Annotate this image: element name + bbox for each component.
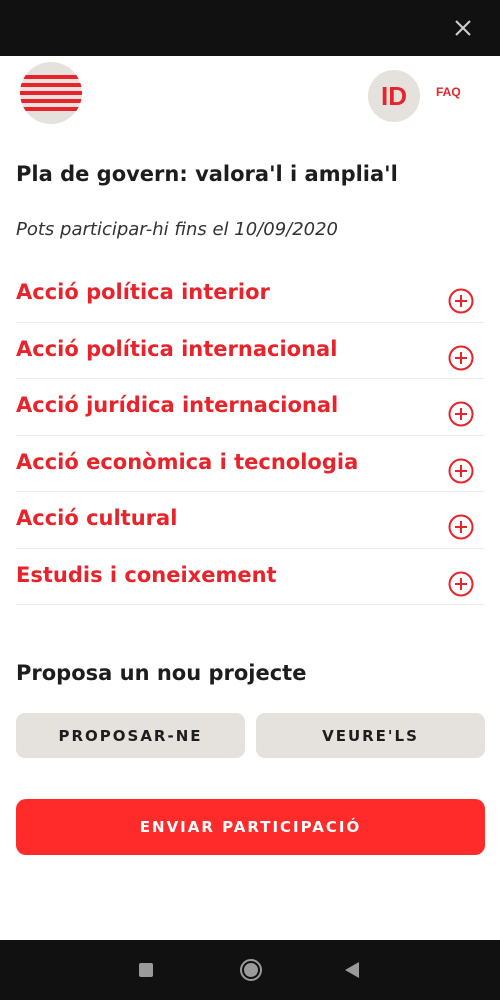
top-bar [0,0,500,56]
expand-plus-icon[interactable] [448,288,474,314]
section-label: Acció política interior [16,280,270,304]
section-label: Estudis i coneixement [16,562,277,587]
id-button[interactable]: ID [368,70,420,122]
section-label: Acció econòmica i tecnologia [16,449,359,474]
propose-button[interactable]: PROPOSAR-NE [16,713,245,758]
expand-plus-icon[interactable] [448,514,474,540]
propose-project-title: Proposa un nou projecte [16,661,307,685]
section-row[interactable]: Acció política internacional [16,323,484,379]
section-label: Acció cultural [16,506,178,530]
expand-plus-icon[interactable] [448,345,474,371]
expand-plus-icon[interactable] [448,458,474,484]
submit-participation-button[interactable]: ENVIAR PARTICIPACIÓ [16,799,485,855]
system-nav-bar [0,940,500,1000]
section-row[interactable]: Estudis i coneixement [16,549,484,605]
section-row[interactable]: Acció jurídica internacional [16,379,484,436]
app-header: ID FAQ [0,56,500,140]
page-title: Pla de govern: valora'l i amplia'l [16,162,398,186]
deadline-subtitle: Pots participar-hi fins el 10/09/2020 [16,219,339,240]
expand-plus-icon[interactable] [448,571,474,597]
section-list: Acció política interior Acció política i… [16,266,484,605]
section-label: Acció jurídica internacional [16,393,339,417]
view-proposals-button[interactable]: VEURE'LS [256,713,485,758]
section-row[interactable]: Acció econòmica i tecnologia [16,436,484,492]
close-icon[interactable] [452,17,474,39]
section-label: Acció política internacional [16,336,338,361]
expand-plus-icon[interactable] [448,401,474,427]
section-row[interactable]: Acció cultural [16,492,484,549]
striped-flag-logo-icon[interactable] [20,62,82,124]
home-icon[interactable] [239,958,263,982]
back-icon[interactable] [344,961,360,979]
faq-link[interactable]: FAQ [436,85,461,99]
section-row[interactable]: Acció política interior [16,266,484,323]
recents-icon[interactable] [139,963,153,977]
